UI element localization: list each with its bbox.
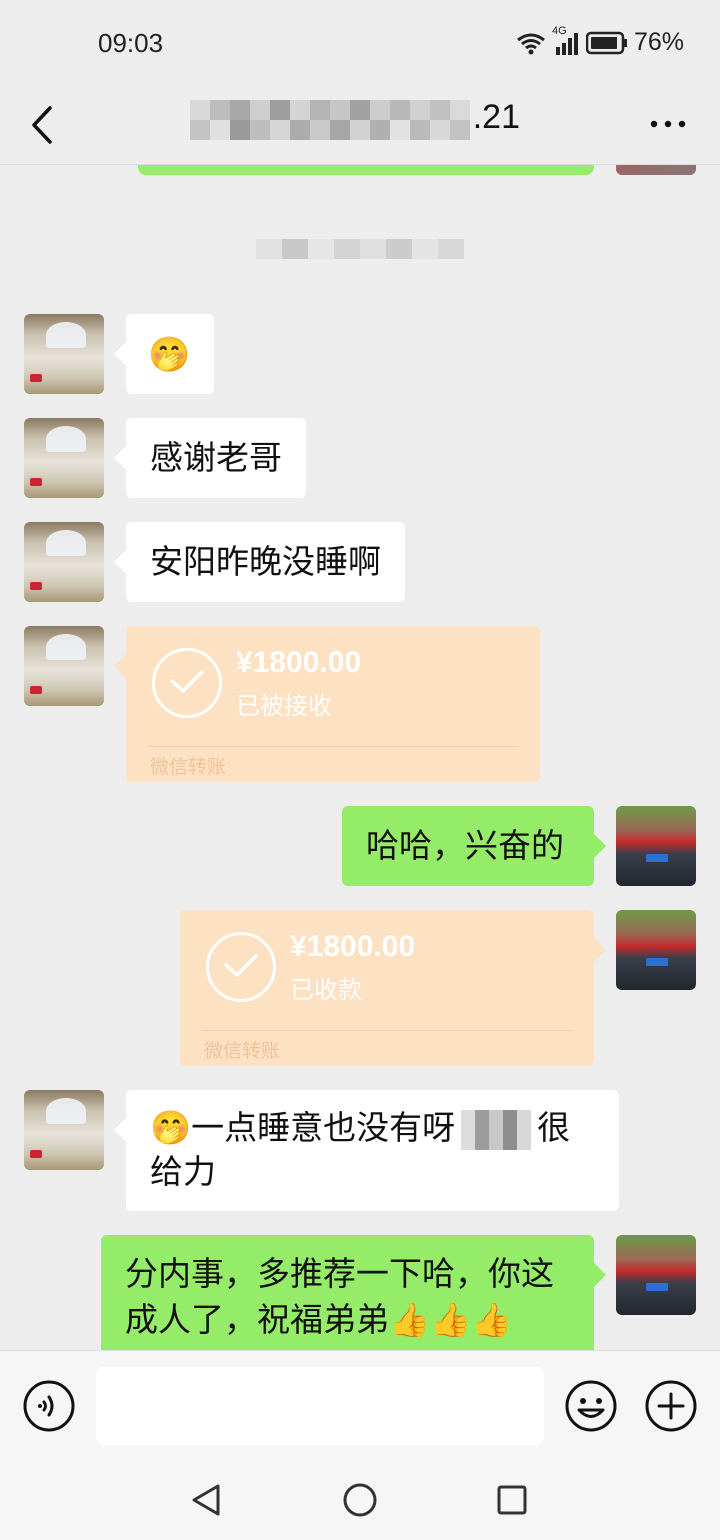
transfer-label: 微信转账 bbox=[204, 1040, 281, 1062]
blurred-text bbox=[461, 1109, 532, 1150]
more-button[interactable] bbox=[646, 104, 690, 144]
nav-back-button[interactable] bbox=[186, 1480, 226, 1520]
message-bubble[interactable]: 分内事，多推荐一下哈，你这 成人了，祝福弟弟👍👍👍 bbox=[101, 1235, 606, 1350]
input-bar bbox=[0, 1350, 720, 1460]
check-circle-icon bbox=[206, 932, 276, 1002]
message-bubble[interactable]: 安阳昨晚没睡啊 bbox=[114, 522, 405, 602]
chat-header: .21 bbox=[0, 84, 720, 164]
transfer-amount: ¥1800.00 bbox=[236, 646, 362, 679]
square-recents-icon bbox=[492, 1485, 532, 1524]
status-icons: 4G 76% bbox=[516, 25, 684, 57]
transfer-label: 微信转账 bbox=[150, 756, 227, 778]
avatar[interactable] bbox=[24, 314, 104, 394]
circle-home-icon bbox=[340, 1483, 380, 1524]
chat-title: .21 bbox=[180, 96, 540, 146]
wifi-icon bbox=[516, 31, 546, 55]
emoji: 🤭 bbox=[148, 335, 191, 375]
signal-icon: 4G bbox=[552, 25, 580, 55]
message-text: 安阳昨晚没睡啊 bbox=[150, 542, 381, 581]
message-text: 给力 bbox=[150, 1152, 216, 1191]
transfer-divider bbox=[148, 746, 518, 747]
avatar[interactable] bbox=[24, 522, 104, 602]
avatar[interactable] bbox=[24, 418, 104, 498]
status-bar: 09:03 4G 76% bbox=[0, 0, 720, 84]
transfer-divider bbox=[202, 1030, 572, 1031]
triangle-back-icon bbox=[186, 1484, 226, 1524]
battery-icon bbox=[585, 31, 628, 55]
plus-button[interactable] bbox=[644, 1379, 698, 1433]
message-text: 哈哈，兴奋的 bbox=[366, 826, 564, 865]
transfer-card[interactable]: ¥1800.00 已被接收 微信转账 bbox=[114, 626, 540, 782]
system-nav-bar bbox=[0, 1460, 720, 1540]
nav-home-button[interactable] bbox=[340, 1480, 380, 1520]
avatar[interactable] bbox=[616, 806, 696, 886]
transfer-amount: ¥1800.00 bbox=[290, 930, 416, 963]
message-list[interactable]: 🤭 感谢老哥 安阳昨晚没睡啊 ¥1800.00 已被接收 微信转账 哈哈，兴奋的… bbox=[0, 165, 720, 1350]
nav-recents-button[interactable] bbox=[492, 1480, 532, 1520]
message-line: 🤭一点睡意也没有呀 很 bbox=[150, 1106, 595, 1150]
previous-message-bubble[interactable] bbox=[138, 165, 594, 175]
voice-button[interactable] bbox=[22, 1379, 76, 1433]
network-type: 4G bbox=[551, 24, 567, 37]
avatar[interactable] bbox=[616, 1235, 696, 1315]
chevron-left-icon bbox=[22, 106, 62, 158]
blurred-name bbox=[190, 100, 470, 120]
battery-percent: 76% bbox=[633, 28, 684, 56]
title-suffix: .21 bbox=[472, 98, 520, 136]
message-bubble[interactable]: 🤭 bbox=[114, 314, 214, 394]
message-input[interactable] bbox=[96, 1367, 544, 1445]
status-time: 09:03 bbox=[98, 28, 164, 58]
back-button[interactable] bbox=[22, 94, 72, 154]
avatar[interactable] bbox=[24, 626, 104, 706]
message-text: 分内事，多推荐一下哈，你这 bbox=[125, 1254, 554, 1293]
transfer-card[interactable]: ¥1800.00 已收款 微信转账 bbox=[180, 910, 606, 1066]
message-bubble[interactable]: 🤭一点睡意也没有呀 很 给力 bbox=[114, 1090, 619, 1211]
message-text: 🤭一点睡意也没有呀 bbox=[150, 1108, 456, 1147]
message-bubble[interactable]: 感谢老哥 bbox=[114, 418, 306, 498]
avatar[interactable] bbox=[24, 1090, 104, 1170]
more-dots-icon bbox=[646, 120, 690, 148]
message-text: 很 bbox=[537, 1108, 571, 1147]
avatar[interactable] bbox=[616, 910, 696, 990]
check-circle-icon bbox=[152, 648, 222, 718]
blurred-timestamp bbox=[256, 239, 464, 259]
message-text: 感谢老哥 bbox=[150, 438, 282, 477]
transfer-status: 已被接收 bbox=[236, 692, 332, 720]
emoji-button[interactable] bbox=[564, 1379, 618, 1433]
voice-icon bbox=[22, 1380, 76, 1437]
plus-icon bbox=[644, 1380, 698, 1437]
transfer-status: 已收款 bbox=[290, 976, 362, 1004]
message-bubble[interactable]: 哈哈，兴奋的 bbox=[342, 806, 606, 886]
emoji-icon bbox=[564, 1380, 618, 1437]
message-text: 成人了，祝福弟弟👍👍👍 bbox=[125, 1300, 513, 1339]
avatar[interactable] bbox=[616, 165, 696, 175]
